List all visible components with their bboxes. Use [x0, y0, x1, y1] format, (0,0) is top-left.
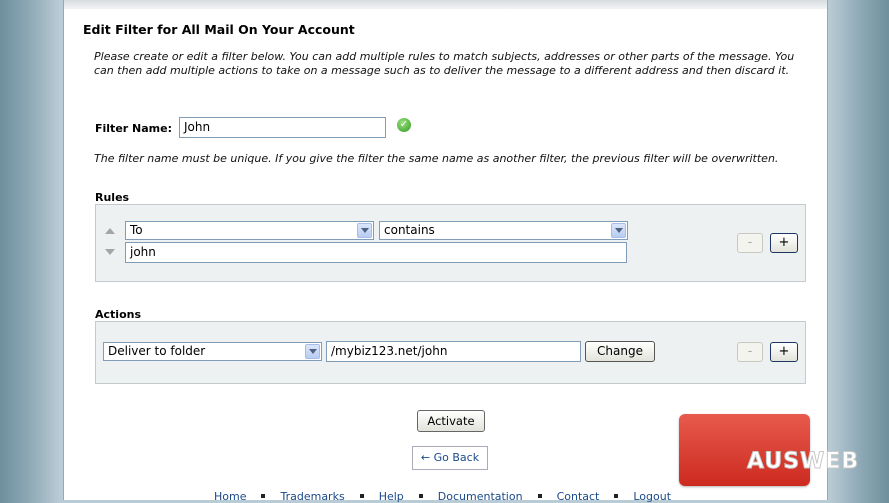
filter-name-input[interactable]: John	[179, 117, 386, 138]
filter-name-note: The filter name must be unique. If you g…	[94, 152, 779, 165]
remove-rule-button[interactable]: -	[737, 233, 763, 253]
footer-link-help[interactable]: Help	[379, 490, 404, 503]
separator-dot	[359, 494, 364, 498]
rules-box: To contains john - +	[95, 204, 806, 282]
separator-dot	[261, 494, 266, 498]
footer-link-contact[interactable]: Contact	[557, 490, 600, 503]
separator-dot	[418, 494, 423, 498]
footer-link-documentation[interactable]: Documentation	[438, 490, 523, 503]
rule-operator-value: contains	[384, 223, 435, 237]
separator-dot	[537, 494, 542, 498]
panel-top-bar	[64, 0, 827, 9]
rule-field-value: To	[130, 223, 143, 237]
add-rule-button[interactable]: +	[770, 233, 798, 253]
chevron-down-icon	[305, 344, 320, 359]
action-type-value: Deliver to folder	[108, 344, 206, 358]
chevron-down-icon	[611, 223, 626, 238]
logo-text: AUSWEB	[746, 449, 860, 475]
chevron-down-icon	[357, 223, 372, 238]
actions-label: Actions	[95, 308, 141, 321]
activate-button[interactable]: Activate	[417, 410, 485, 432]
arrow-down-icon[interactable]	[105, 249, 115, 255]
footer-link-home[interactable]: Home	[214, 490, 246, 503]
page-description: Please create or edit a filter below. Yo…	[94, 50, 795, 77]
rules-label: Rules	[95, 191, 130, 204]
rule-value-input[interactable]: john	[125, 242, 627, 263]
footer-link-trademarks[interactable]: Trademarks	[280, 490, 344, 503]
go-back-button[interactable]: ← Go Back	[412, 446, 488, 470]
actions-box: Deliver to folder /mybiz123.net/john Cha…	[95, 321, 806, 384]
change-folder-button[interactable]: Change	[585, 341, 655, 362]
separator-dot	[614, 494, 619, 498]
footer-nav: Home Trademarks Help Documentation Contact Lo…	[214, 490, 671, 503]
action-type-select[interactable]: Deliver to folder	[103, 342, 322, 361]
remove-action-button[interactable]: -	[737, 342, 763, 362]
check-icon: ✓	[397, 118, 411, 132]
destination-folder-input[interactable]: /mybiz123.net/john	[326, 341, 581, 362]
page-title: Edit Filter for All Mail On Your Account	[83, 22, 355, 37]
rule-operator-select[interactable]: contains	[379, 221, 628, 240]
footer-link-logout[interactable]: Logout	[633, 490, 671, 503]
filter-name-label: Filter Name:	[95, 122, 172, 135]
add-action-button[interactable]: +	[770, 342, 798, 362]
rule-field-select[interactable]: To	[125, 221, 374, 240]
arrow-up-icon[interactable]	[105, 228, 115, 234]
